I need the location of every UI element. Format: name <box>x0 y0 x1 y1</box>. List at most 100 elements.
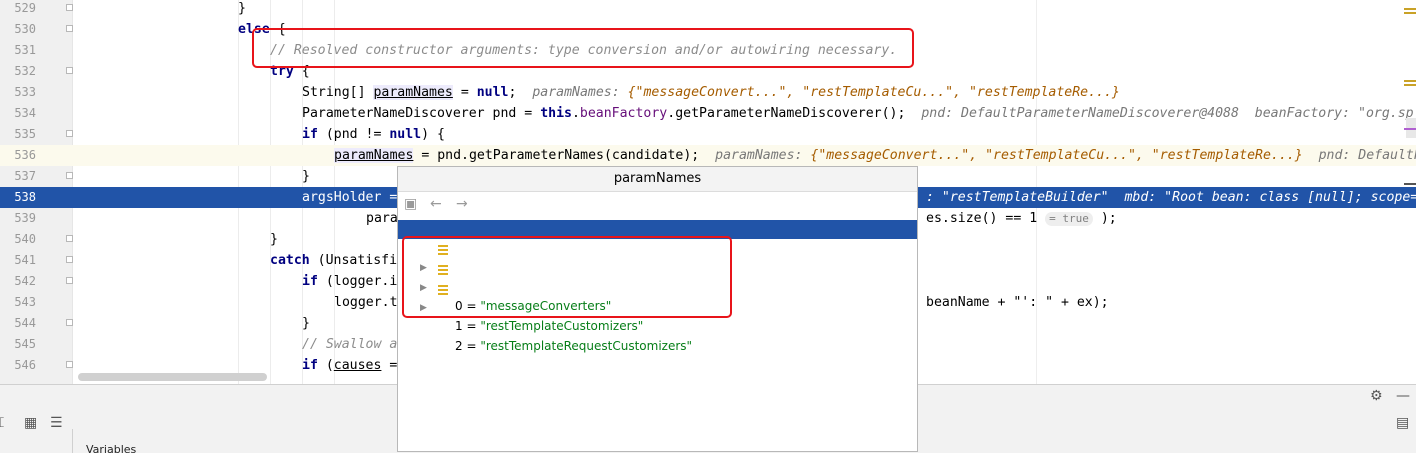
fold-marker-icon[interactable] <box>66 130 73 137</box>
string-value: "restTemplateCustomizers" <box>480 319 644 333</box>
line-number: 538 <box>14 190 36 204</box>
table-view-icon[interactable]: ▦ <box>24 415 37 431</box>
layout-icon[interactable]: ▤ <box>1396 415 1409 431</box>
fold-marker-icon[interactable] <box>66 67 73 74</box>
frames-icon[interactable]: ☰ <box>50 415 63 431</box>
line-number: 530 <box>14 22 36 36</box>
code-line[interactable]: 533 String[] paramNames = null; paramNam… <box>0 82 1416 103</box>
inline-debug-hint[interactable]: pnd: DefaultPa <box>1319 148 1416 163</box>
code-fragment: ( <box>317 358 334 373</box>
code-line-current[interactable]: 536 paramNames = pnd.getParameterNames(c… <box>0 145 1416 166</box>
line-number: 541 <box>14 253 36 267</box>
code-text: paramNames = pnd.getParameterNames(candi… <box>334 145 1416 166</box>
inline-debug-hint-value[interactable]: {"messageConvert...", "restTemplateCu...… <box>810 148 1302 163</box>
code-fragment: . <box>571 106 580 121</box>
tree-child-label: 1 = "restTemplateCustomizers" <box>455 317 643 336</box>
code-fragment: ParameterNameDiscoverer pnd = <box>302 106 541 121</box>
code-fragment: ; <box>508 85 517 100</box>
line-number: 531 <box>14 43 36 57</box>
line-number: 539 <box>14 211 36 225</box>
comment: // Swallow a <box>302 337 398 352</box>
forward-arrow-icon[interactable]: → <box>456 196 468 212</box>
line-number: 544 <box>14 316 36 330</box>
inline-debug-hint-name[interactable]: paramNames: <box>532 85 627 100</box>
code-text: } <box>302 166 310 187</box>
horizontal-scrollbar-thumb[interactable] <box>78 373 267 381</box>
code-line[interactable]: 535 if (pnd != null) { <box>0 124 1416 145</box>
inline-debug-hint-value[interactable]: {"messageConvert...", "restTemplateCu...… <box>628 85 1120 100</box>
code-text: // Swallow a <box>302 334 397 355</box>
line-number: 533 <box>14 85 36 99</box>
keyword: if <box>302 127 318 142</box>
keyword: null <box>389 127 422 142</box>
inline-debug-hint[interactable]: : "restTemplateBuilder" mbd: "Root bean:… <box>926 190 1416 205</box>
line-number: 543 <box>14 295 36 309</box>
inline-debug-hint-name[interactable]: paramNames: <box>715 148 810 163</box>
fold-marker-icon[interactable] <box>66 256 73 263</box>
code-text-tail: beanName + "': " + ex); <box>926 292 1109 313</box>
code-text: logger.t <box>334 292 398 313</box>
variable-paramNames[interactable]: paramNames <box>334 148 414 163</box>
equals-sign: = <box>462 319 481 333</box>
code-text: catch (Unsatisfi <box>270 250 397 271</box>
field-reference: beanFactory <box>579 106 668 121</box>
variable-paramNames[interactable]: paramNames <box>373 85 453 100</box>
annotation-box-comment <box>252 28 914 68</box>
back-arrow-icon[interactable]: ← <box>430 196 442 212</box>
string-value: "restTemplateRequestCustomizers" <box>480 339 693 353</box>
line-number: 534 <box>14 106 36 120</box>
code-text: if (logger.i <box>302 271 397 292</box>
code-text: if (pnd != null) { <box>302 124 445 145</box>
array-index: 1 <box>455 319 463 333</box>
fold-marker-icon[interactable] <box>66 277 73 284</box>
minimize-icon[interactable]: — <box>1396 388 1410 404</box>
fold-marker-icon[interactable] <box>66 361 73 368</box>
array-index: 2 <box>455 339 463 353</box>
code-fragment: = <box>452 85 477 100</box>
brace: } <box>302 316 310 331</box>
stripe-marker[interactable] <box>1404 84 1416 86</box>
variables-tab[interactable]: Variables <box>86 443 136 456</box>
line-number: 546 <box>14 358 36 372</box>
fold-marker-icon[interactable] <box>66 25 73 32</box>
stripe-marker[interactable] <box>1404 8 1416 10</box>
code-text: } <box>270 229 278 250</box>
keyword: null <box>476 85 509 100</box>
line-number: 545 <box>14 337 36 351</box>
stripe-marker[interactable] <box>1404 80 1416 82</box>
code-fragment: String[] <box>302 85 374 100</box>
fold-marker-icon[interactable] <box>66 235 73 242</box>
tree-child-label: 2 = "restTemplateRequestCustomizers" <box>455 337 692 356</box>
code-line[interactable]: 529 } <box>0 0 1416 19</box>
popup-title[interactable]: paramNames <box>398 167 917 192</box>
code-text: if (causes = <box>302 355 397 376</box>
brace: } <box>270 232 278 247</box>
code-fragment: es.size() == 1 <box>926 211 1038 226</box>
stripe-marker[interactable] <box>1404 183 1416 185</box>
keyword: if <box>302 274 318 289</box>
code-fragment: = pnd.getParameterNames(candidate); <box>413 148 700 163</box>
variable-causes[interactable]: causes <box>334 358 382 373</box>
line-number: 540 <box>14 232 36 246</box>
code-text: ParameterNameDiscoverer pnd = this.beanF… <box>302 103 1414 124</box>
fold-marker-icon[interactable] <box>66 319 73 326</box>
code-text: argsHolder = <box>302 187 397 208</box>
code-fragment: ) { <box>421 127 445 142</box>
keyword: if <box>302 358 318 373</box>
code-text: } <box>238 0 246 19</box>
code-fragment: argsHolder = <box>302 190 398 205</box>
code-fragment: ); <box>1100 211 1117 226</box>
stripe-marker[interactable] <box>1404 128 1416 130</box>
code-text-tail: : "restTemplateBuilder" mbd: "Root bean:… <box>926 187 1416 208</box>
code-line[interactable]: 534 ParameterNameDiscoverer pnd = this.b… <box>0 103 1416 124</box>
stripe-marker[interactable] <box>1404 12 1416 14</box>
keyword: catch <box>270 253 310 268</box>
brace: } <box>238 1 246 16</box>
cursor-icon[interactable]: ⌶ <box>0 415 4 431</box>
inline-debug-hint[interactable]: pnd: DefaultParameterNameDiscoverer@4088… <box>921 106 1413 121</box>
fold-marker-icon[interactable] <box>66 172 73 179</box>
fold-marker-icon[interactable] <box>66 4 73 11</box>
show-types-icon[interactable]: ▣ <box>404 196 417 212</box>
line-number: 537 <box>14 169 36 183</box>
gear-icon[interactable]: ⚙ <box>1370 388 1383 404</box>
